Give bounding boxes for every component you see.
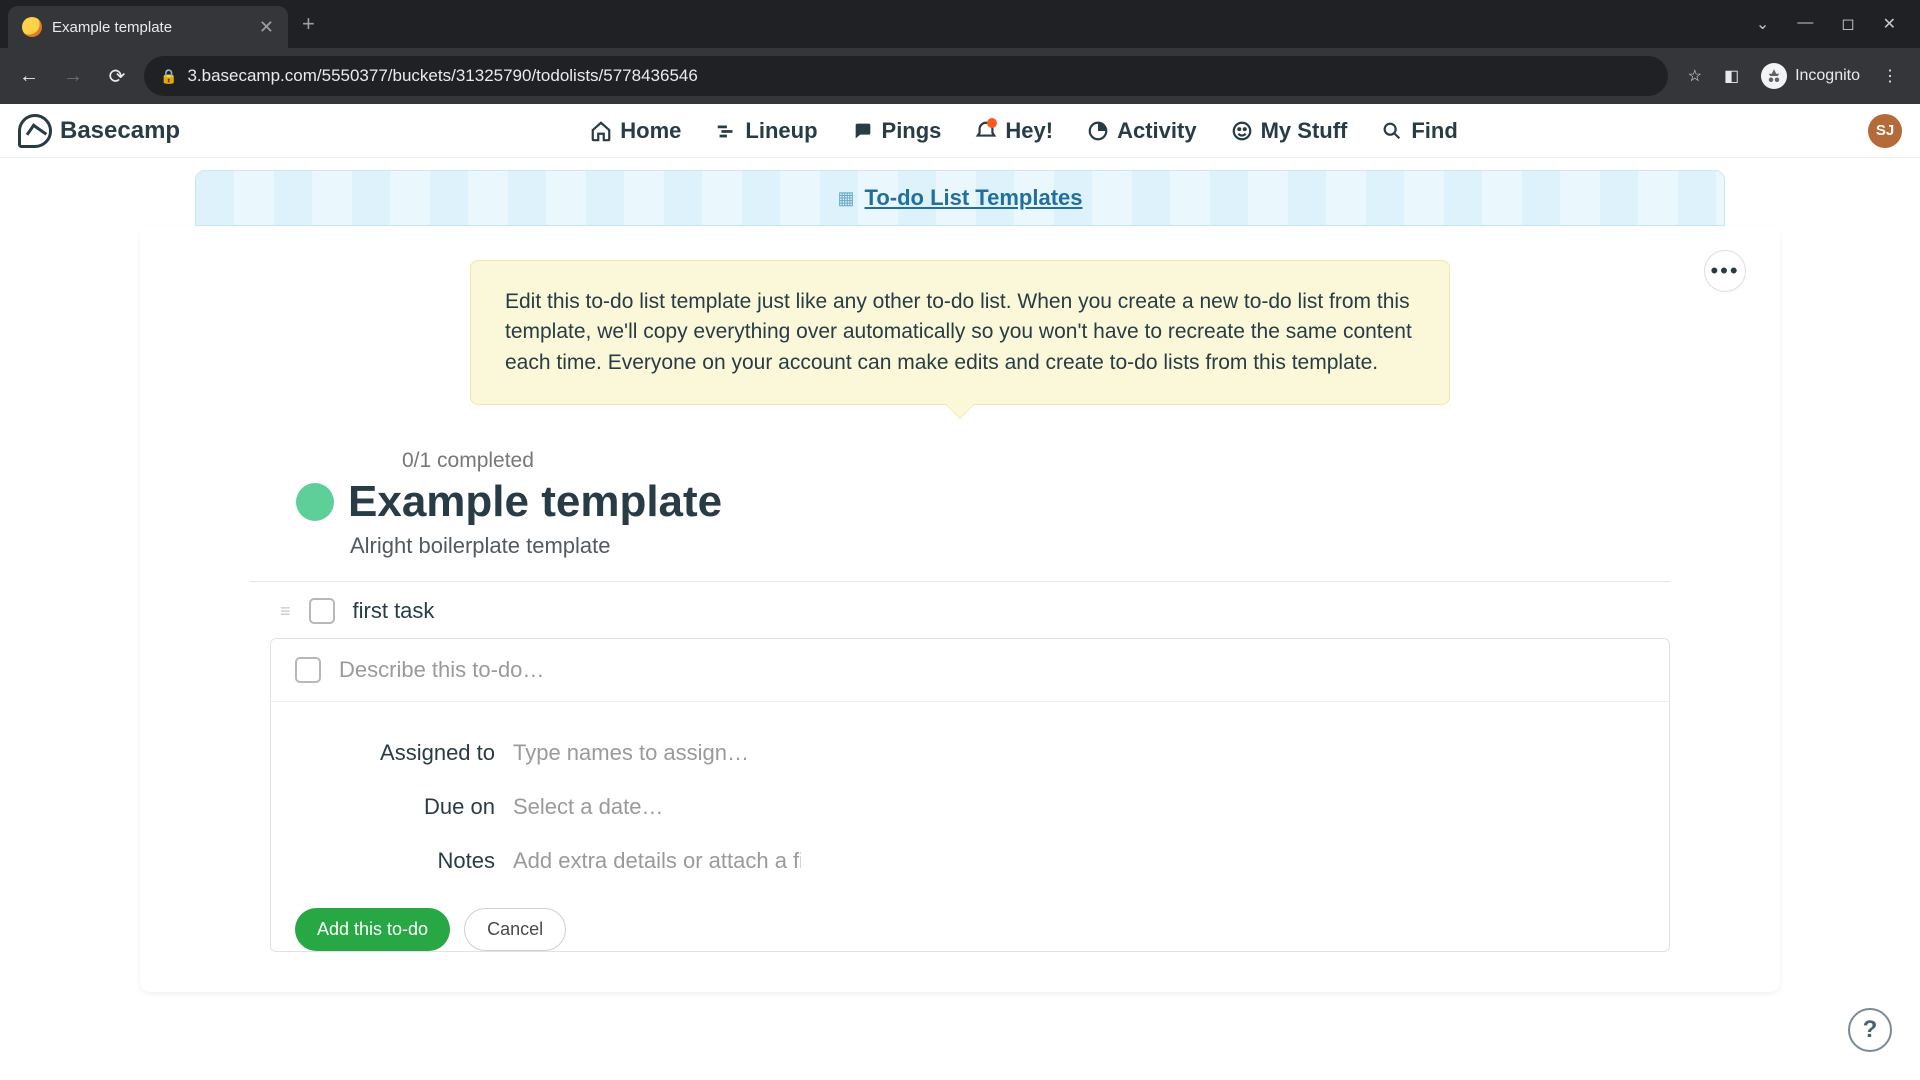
nav-home-label: Home	[620, 118, 681, 144]
status-dot-icon	[296, 483, 334, 521]
notes-input[interactable]	[513, 848, 801, 874]
maximize-button[interactable]: ◻	[1841, 14, 1854, 34]
cancel-button[interactable]: Cancel	[464, 908, 566, 951]
grid-icon: ▦	[838, 188, 855, 209]
address-bar[interactable]: 🔒 3.basecamp.com/5550377/buckets/3132579…	[144, 56, 1668, 96]
assigned-to-label: Assigned to	[295, 740, 495, 766]
task-checkbox[interactable]	[309, 598, 335, 624]
help-button[interactable]: ?	[1848, 1008, 1892, 1052]
list-description: Alright boilerplate template	[350, 533, 1780, 559]
nav-lineup-label: Lineup	[745, 118, 817, 144]
task-row[interactable]: ≡ first task	[140, 582, 1780, 634]
due-on-label: Due on	[295, 794, 495, 820]
nav-find[interactable]: Find	[1381, 118, 1457, 144]
nav-find-label: Find	[1411, 118, 1457, 144]
tab-title: Example template	[52, 19, 249, 36]
search-icon	[1381, 120, 1403, 142]
logo-mark-icon	[18, 114, 52, 148]
reload-button[interactable]: ⟳	[100, 59, 134, 93]
pings-icon	[852, 120, 874, 142]
forward-button[interactable]: →	[56, 59, 90, 93]
nav-pings-label: Pings	[882, 118, 942, 144]
list-title: Example template	[348, 477, 722, 527]
breadcrumb: ▦ To-do List Templates	[195, 170, 1725, 226]
nav-hey-label: Hey!	[1005, 118, 1053, 144]
incognito-icon	[1761, 63, 1787, 89]
extensions-button[interactable]: ◧	[1724, 66, 1739, 86]
activity-icon	[1087, 120, 1109, 142]
new-task-form: Assigned to Due on Notes Add this to-do …	[270, 638, 1670, 952]
nav-home[interactable]: Home	[590, 118, 681, 144]
assigned-to-input[interactable]	[513, 740, 801, 766]
tabs-dropdown-button[interactable]: ⌄	[1756, 14, 1769, 34]
incognito-indicator[interactable]: Incognito	[1761, 63, 1860, 89]
lock-icon: 🔒	[160, 68, 177, 85]
new-tab-button[interactable]: +	[288, 11, 329, 37]
help-icon: ?	[1863, 1016, 1878, 1044]
user-avatar[interactable]: SJ	[1868, 114, 1902, 148]
nav-hey[interactable]: Hey!	[975, 118, 1053, 144]
tab-favicon-icon	[22, 17, 42, 37]
new-task-checkbox[interactable]	[295, 657, 321, 683]
home-icon	[590, 120, 612, 142]
incognito-label: Incognito	[1795, 67, 1860, 85]
avatar-initials: SJ	[1876, 122, 1894, 139]
back-button[interactable]: ←	[12, 59, 46, 93]
breadcrumb-link[interactable]: To-do List Templates	[865, 185, 1083, 211]
nav-pings[interactable]: Pings	[852, 118, 942, 144]
close-tab-button[interactable]: ✕	[259, 17, 274, 38]
mystuff-icon	[1231, 120, 1253, 142]
progress-text: 0/1 completed	[402, 449, 1780, 473]
nav-lineup[interactable]: Lineup	[715, 118, 817, 144]
hey-icon	[975, 120, 997, 142]
browser-menu-button[interactable]: ⋮	[1882, 66, 1898, 86]
minimize-button[interactable]: ―	[1797, 14, 1813, 34]
due-on-input[interactable]	[513, 794, 801, 820]
browser-tab[interactable]: Example template ✕	[8, 6, 288, 48]
nav-activity-label: Activity	[1117, 118, 1196, 144]
lineup-icon	[715, 120, 737, 142]
new-task-input[interactable]	[339, 657, 1645, 683]
add-todo-button[interactable]: Add this to-do	[295, 908, 450, 951]
url-text: 3.basecamp.com/5550377/buckets/31325790/…	[187, 66, 697, 86]
window-close-button[interactable]: ✕	[1883, 14, 1896, 34]
drag-handle-icon[interactable]: ≡	[280, 601, 291, 622]
more-options-button[interactable]: •••	[1704, 250, 1746, 292]
nav-mystuff-label: My Stuff	[1261, 118, 1348, 144]
bookmark-star-button[interactable]: ☆	[1688, 66, 1702, 86]
basecamp-logo[interactable]: Basecamp	[18, 114, 180, 148]
task-label[interactable]: first task	[353, 598, 435, 624]
info-callout: Edit this to-do list template just like …	[470, 260, 1450, 405]
nav-activity[interactable]: Activity	[1087, 118, 1196, 144]
callout-text: Edit this to-do list template just like …	[505, 290, 1412, 374]
logo-text: Basecamp	[60, 117, 180, 145]
notes-label: Notes	[295, 848, 495, 874]
notification-dot-icon	[987, 118, 997, 128]
nav-mystuff[interactable]: My Stuff	[1231, 118, 1348, 144]
